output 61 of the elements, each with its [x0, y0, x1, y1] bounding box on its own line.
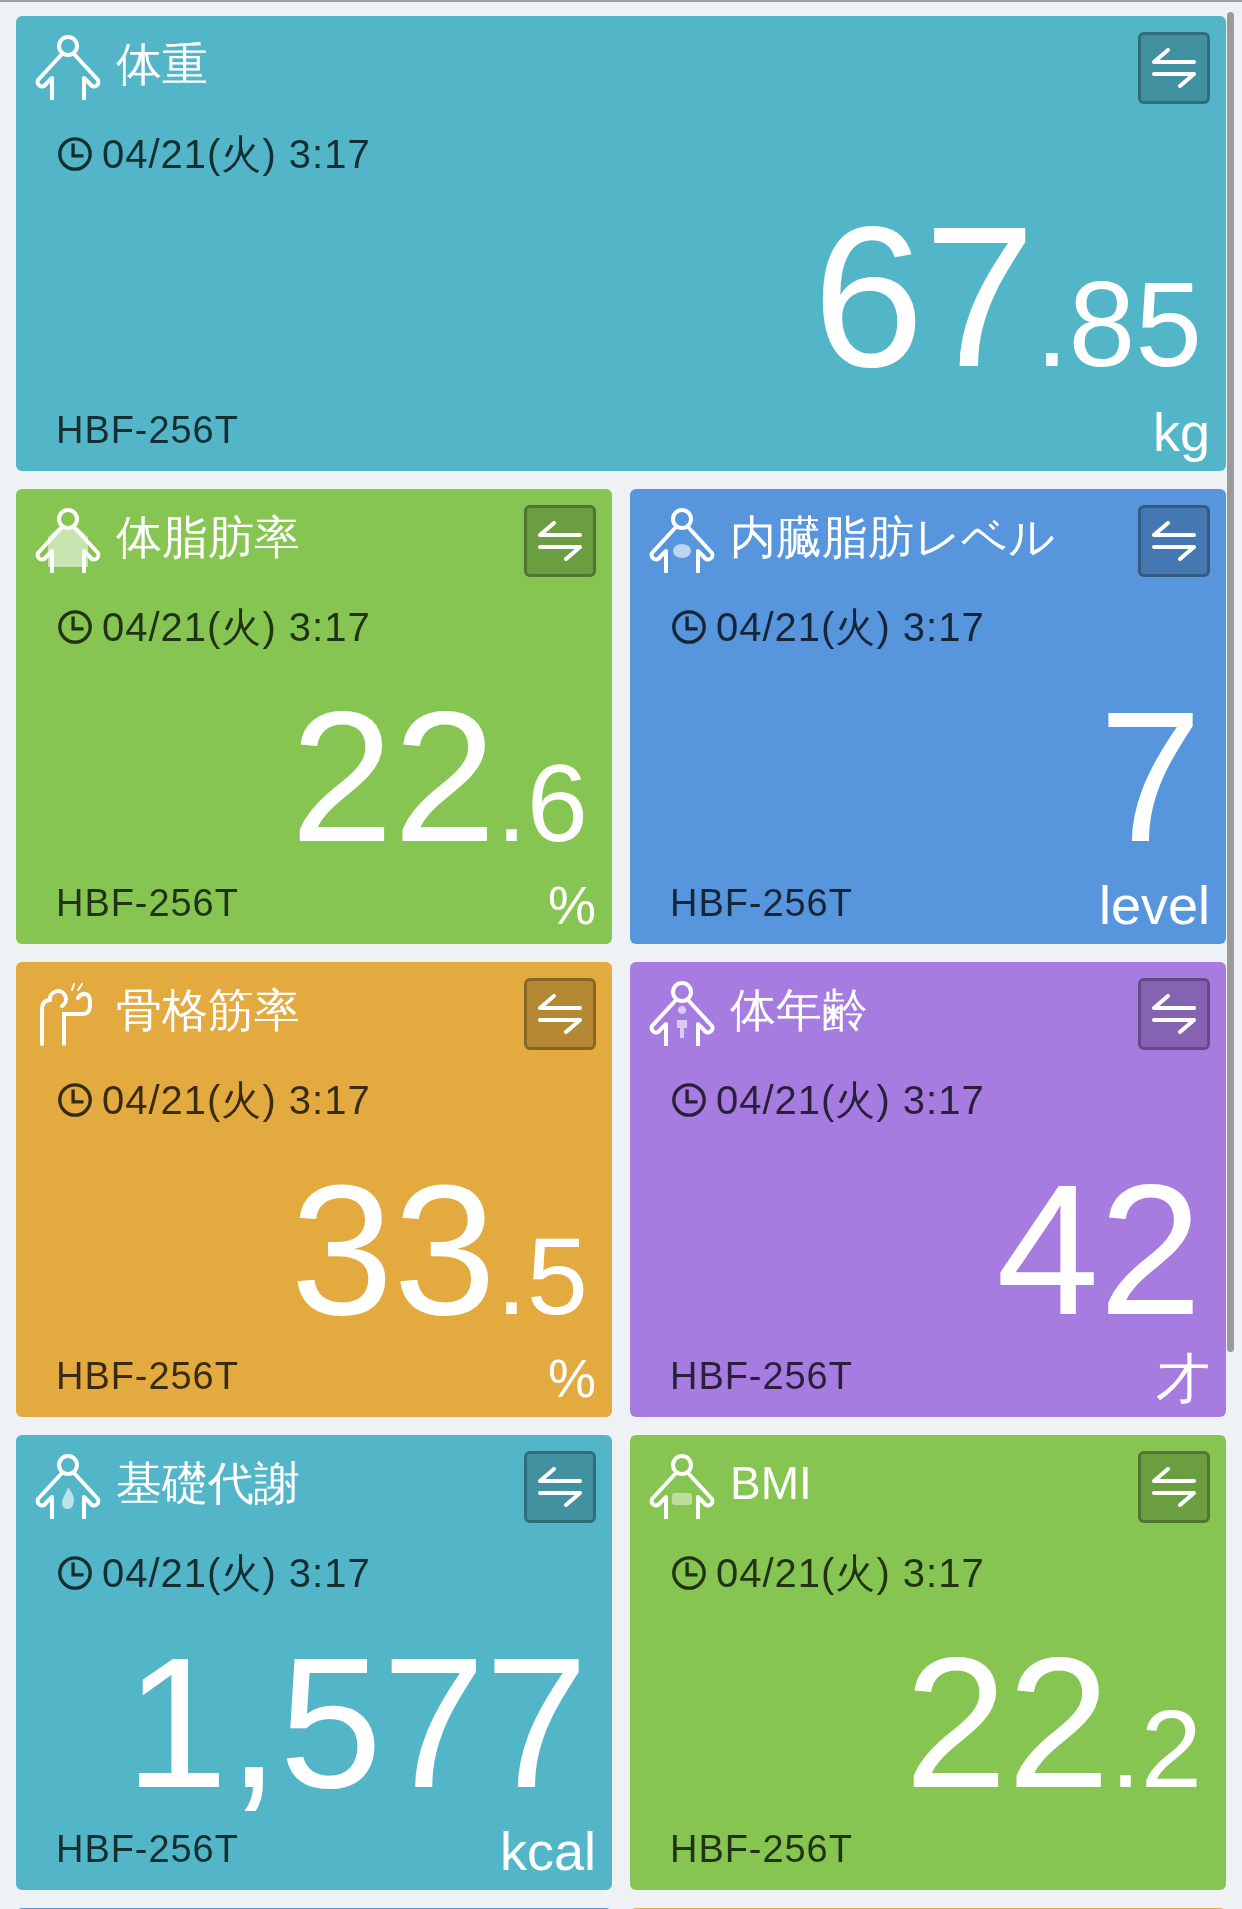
- measurement-value: 33.5: [290, 1158, 588, 1343]
- swap-button[interactable]: [524, 978, 596, 1050]
- measurement-value: 22.2: [904, 1631, 1202, 1816]
- clock-icon: [56, 1081, 94, 1119]
- card-title: 体重: [116, 37, 209, 92]
- measurement-value: 7: [1099, 685, 1202, 870]
- clock-icon: [670, 1554, 708, 1592]
- clock-icon: [670, 1081, 708, 1119]
- swap-arrows-icon: [536, 994, 584, 1034]
- device-model: HBF-256T: [670, 1354, 853, 1399]
- swap-button[interactable]: [1138, 505, 1210, 577]
- swap-arrows-icon: [1150, 1467, 1198, 1507]
- swap-arrows-icon: [1150, 994, 1198, 1034]
- device-model: HBF-256T: [56, 408, 239, 453]
- measurement-value: 67.85: [812, 197, 1202, 397]
- measurement-time: 04/21(火) 3:17: [102, 1550, 371, 1597]
- measurement-card[interactable]: 体年齢 04/21(火) 3:17 42 HBF-256T 才: [630, 962, 1226, 1417]
- measurement-time: 04/21(火) 3:17: [716, 1077, 985, 1124]
- card-title: 内臓脂肪レベル: [730, 510, 1056, 565]
- measurement-time: 04/21(火) 3:17: [716, 1550, 985, 1597]
- swap-arrows-icon: [1150, 48, 1198, 88]
- unit-label: %: [548, 878, 596, 932]
- unit-label: %: [548, 1351, 596, 1405]
- unit-label: 才: [1156, 1351, 1210, 1405]
- swap-arrows-icon: [1150, 521, 1198, 561]
- device-model: HBF-256T: [56, 881, 239, 926]
- swap-button[interactable]: [524, 505, 596, 577]
- measurement-time: 04/21(火) 3:17: [102, 131, 371, 178]
- card-title: 基礎代謝: [116, 1456, 301, 1511]
- swap-button[interactable]: [1138, 32, 1210, 104]
- device-model: HBF-256T: [56, 1354, 239, 1399]
- device-model: HBF-256T: [56, 1827, 239, 1872]
- measurement-card[interactable]: 内臓脂肪レベル 04/21(火) 3:17 7 HBF-256T level: [630, 489, 1226, 944]
- clock-icon: [56, 1554, 94, 1592]
- card-title: BMI: [730, 1456, 813, 1511]
- swap-arrows-icon: [536, 1467, 584, 1507]
- clock-icon: [56, 608, 94, 646]
- swap-button[interactable]: [1138, 978, 1210, 1050]
- measurement-card[interactable]: BMI 04/21(火) 3:17 22.2 HBF-256T: [630, 1435, 1226, 1890]
- measurement-value: 1,577: [125, 1631, 588, 1816]
- measurement-value: 42: [996, 1158, 1202, 1343]
- swap-arrows-icon: [536, 521, 584, 561]
- device-model: HBF-256T: [670, 881, 853, 926]
- measurement-card[interactable]: 基礎代謝 04/21(火) 3:17 1,577 HBF-256T kcal: [16, 1435, 612, 1890]
- swap-button[interactable]: [524, 1451, 596, 1523]
- card-title: 骨格筋率: [116, 983, 301, 1038]
- measurement-card[interactable]: 体脂肪率 04/21(火) 3:17 22.6 HBF-256T %: [16, 489, 612, 944]
- measurement-card[interactable]: 骨格筋率 04/21(火) 3:17 33.5 HBF-256T %: [16, 962, 612, 1417]
- measurement-value: 22.6: [290, 685, 588, 870]
- measurement-time: 04/21(火) 3:17: [716, 604, 985, 651]
- card-title: 体年齢: [730, 983, 869, 1038]
- measurement-time: 04/21(火) 3:17: [102, 1077, 371, 1124]
- measurement-time: 04/21(火) 3:17: [102, 604, 371, 651]
- clock-icon: [670, 608, 708, 646]
- unit-label: kcal: [499, 1824, 596, 1878]
- device-model: HBF-256T: [670, 1827, 853, 1872]
- swap-button[interactable]: [1138, 1451, 1210, 1523]
- card-title: 体脂肪率: [116, 510, 301, 565]
- measurement-card[interactable]: 体重 04/21(火) 3:17 67.85 HBF-256T kg: [16, 16, 1226, 471]
- unit-label: level: [1098, 878, 1210, 932]
- clock-icon: [56, 135, 94, 173]
